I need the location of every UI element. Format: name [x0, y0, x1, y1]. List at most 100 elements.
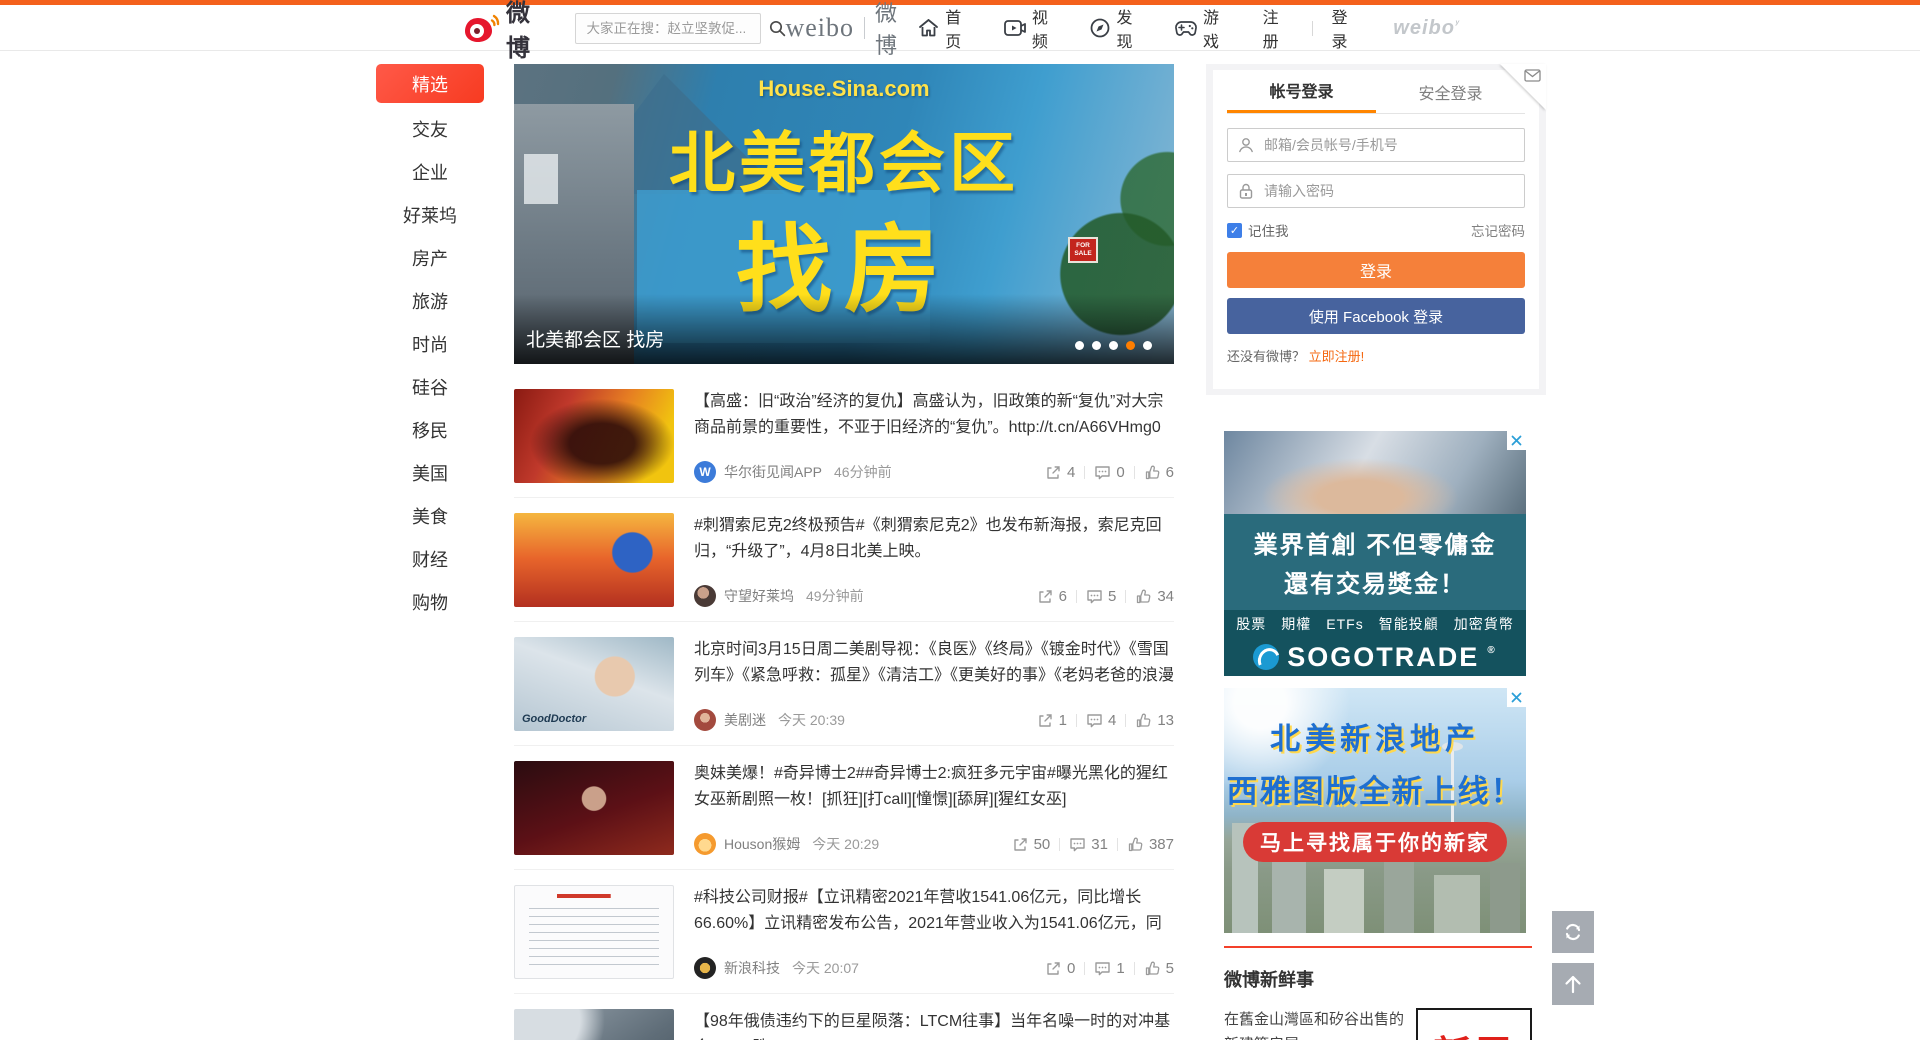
wordmark-divider	[864, 17, 865, 39]
ad-close-button[interactable]	[1507, 688, 1526, 707]
nav-games[interactable]: 游戏	[1175, 4, 1235, 52]
like-stat[interactable]: 13	[1135, 712, 1174, 729]
post-thumbnail-climber[interactable]	[514, 1009, 674, 1040]
avatar[interactable]	[694, 833, 716, 855]
sidebar-item-fashion[interactable]: 时尚	[376, 322, 484, 365]
post-author[interactable]: 守望好莱坞	[724, 586, 794, 606]
sidebar-item-shopping[interactable]: 购物	[376, 580, 484, 623]
carousel-dot[interactable]	[1109, 341, 1118, 350]
share-stat[interactable]: 50	[1012, 836, 1051, 853]
feed-post-2[interactable]: #刺猬索尼克2终极预告#《刺猬索尼克2》也发布新海报，索尼克回归，“升级了”，4…	[514, 498, 1174, 622]
weibo-wordmark: weibo 微博	[785, 0, 918, 60]
sogotrade-ad[interactable]: 業界首創 不但零傭金 還有交易獎金！ 股票 期權 ETFs 智能投顧 加密貨幣 …	[1224, 431, 1526, 676]
post-title[interactable]: 【98年俄债违约下的巨星陨落：LTCM往事】当年名噪一时的对冲基金LTCM跌	[694, 1009, 1174, 1040]
tab-account-login[interactable]: 帐号登录	[1227, 70, 1376, 113]
search-input[interactable]	[576, 21, 769, 36]
like-stat[interactable]: 387	[1127, 836, 1174, 853]
sidebar-item-usa[interactable]: 美国	[376, 451, 484, 494]
post-title[interactable]: 【高盛：旧“政治”经济的复仇】高盛认为，旧政策的新“复仇”对大宗商品前景的重要性…	[694, 389, 1174, 441]
sina-realestate-ad[interactable]: 北美新浪地产 西雅图版全新上线！ 马上寻找属于你的新家	[1224, 688, 1526, 933]
share-stat[interactable]: 0	[1045, 960, 1075, 977]
username-input[interactable]	[1227, 128, 1525, 162]
refresh-button[interactable]	[1552, 911, 1594, 953]
nav-video[interactable]: 视频	[1004, 4, 1064, 52]
sidebar-item-business[interactable]: 企业	[376, 150, 484, 193]
ad-cta-pill[interactable]: 马上寻找属于你的新家	[1243, 822, 1507, 862]
remember-me-label: 记住我	[1248, 220, 1289, 240]
carousel-dot[interactable]	[1092, 341, 1101, 350]
refresh-icon	[1562, 921, 1584, 943]
feed-post-5[interactable]: #科技公司财报#【立讯精密2021年营收1541.06亿元，同比增长66.60%…	[514, 870, 1174, 994]
login-button[interactable]: 登录	[1227, 252, 1525, 288]
post-thumbnail-sonic[interactable]	[514, 513, 674, 607]
nav-discover[interactable]: 发现	[1090, 4, 1148, 52]
remember-me-checkbox[interactable]: ✓	[1227, 223, 1242, 238]
avatar[interactable]: W	[694, 461, 716, 483]
feed-post-6[interactable]: 【98年俄债违约下的巨星陨落：LTCM往事】当年名噪一时的对冲基金LTCM跌	[514, 994, 1174, 1040]
carousel-dot[interactable]	[1143, 341, 1152, 350]
like-stat[interactable]: 34	[1135, 588, 1174, 605]
sidebar-item-food[interactable]: 美食	[376, 494, 484, 537]
back-to-top-button[interactable]	[1552, 963, 1594, 1005]
login-link[interactable]: 登录	[1331, 4, 1363, 52]
password-input[interactable]	[1227, 174, 1525, 208]
carousel-dot[interactable]	[1075, 341, 1084, 350]
post-title[interactable]: #科技公司财报#【立讯精密2021年营收1541.06亿元，同比增长66.60%…	[694, 885, 1174, 937]
like-stat[interactable]: 6	[1144, 464, 1174, 481]
for-sale-sign: FOR SALE	[1068, 237, 1098, 263]
register-now-link[interactable]: 立即注册!	[1309, 349, 1365, 364]
post-title[interactable]: #刺猬索尼克2终极预告#《刺猬索尼克2》也发布新海报，索尼克回归，“升级了”，4…	[694, 513, 1174, 565]
sidebar-item-travel[interactable]: 旅游	[376, 279, 484, 322]
registered-mark: ®	[1487, 645, 1496, 656]
carousel-dot[interactable]	[1126, 341, 1135, 350]
post-author[interactable]: 华尔街见闻APP	[724, 462, 822, 482]
comment-stat[interactable]: 4	[1086, 712, 1116, 729]
sidebar-item-siliconvalley[interactable]: 硅谷	[376, 365, 484, 408]
share-stat[interactable]: 1	[1037, 712, 1067, 729]
post-thumbnail-gooddoctor[interactable]: GoodDoctor	[514, 637, 674, 731]
comment-stat[interactable]: 0	[1094, 464, 1124, 481]
post-author[interactable]: 新浪科技	[724, 958, 780, 978]
facebook-login-button[interactable]: 使用 Facebook 登录	[1227, 298, 1525, 334]
comment-stat[interactable]: 5	[1086, 588, 1116, 605]
post-author[interactable]: Houson猴姆	[724, 834, 800, 854]
post-thumbnail-ironman[interactable]	[514, 389, 674, 483]
sidebar-item-friends[interactable]: 交友	[376, 107, 484, 150]
feed-post-1[interactable]: 【高盛：旧“政治”经济的复仇】高盛认为，旧政策的新“复仇”对大宗商品前景的重要性…	[514, 364, 1174, 498]
avatar[interactable]	[694, 957, 716, 979]
share-stat[interactable]: 4	[1045, 464, 1075, 481]
compass-icon	[1090, 18, 1110, 38]
search-icon[interactable]	[769, 20, 786, 37]
comment-stat[interactable]: 1	[1094, 960, 1124, 977]
fresh-news-item[interactable]: 在舊金山灣區和矽谷出售的新建築房屋 新屋	[1224, 1008, 1532, 1040]
like-stat[interactable]: 5	[1144, 960, 1174, 977]
nav-discover-label: 发现	[1116, 4, 1148, 52]
fresh-item-text[interactable]: 在舊金山灣區和矽谷出售的新建築房屋	[1224, 1008, 1404, 1040]
post-thumbnail-scarletwitch[interactable]	[514, 761, 674, 855]
avatar[interactable]	[694, 585, 716, 607]
sidebar-item-finance[interactable]: 财经	[376, 537, 484, 580]
sidebar-item-featured[interactable]: 精选	[376, 64, 484, 103]
nav-home[interactable]: 首页	[918, 4, 977, 52]
weibo-logo[interactable]: 微博	[464, 0, 555, 63]
post-author[interactable]: 美剧迷	[724, 710, 766, 730]
sogotrade-logo-icon	[1253, 644, 1279, 670]
fresh-item-thumbnail[interactable]: 新屋	[1416, 1008, 1532, 1040]
thumbnail-logo-text: GoodDoctor	[522, 713, 586, 725]
post-title[interactable]: 北京时间3月15日周二美剧导视：《良医》《终局》《镀金时代》《雪国列车》《紧急呼…	[694, 637, 1174, 689]
sidebar-item-hollywood[interactable]: 好莱坞	[376, 193, 484, 236]
avatar[interactable]	[694, 709, 716, 731]
ad-close-button[interactable]	[1507, 431, 1526, 450]
register-link[interactable]: 注册	[1263, 4, 1295, 52]
hero-carousel[interactable]: House.Sina.com 北美都会区 找房 FOR SALE 北美都会区 找…	[514, 64, 1174, 364]
sidebar-item-realestate[interactable]: 房产	[376, 236, 484, 279]
feed-post-3[interactable]: GoodDoctor 北京时间3月15日周二美剧导视：《良医》《终局》《镀金时代…	[514, 622, 1174, 746]
share-stat[interactable]: 6	[1037, 588, 1067, 605]
feed-post-4[interactable]: 奥妹美爆！#奇异博士2##奇异博士2:疯狂多元宇宙#曝光黑化的猩红女巫新剧照一枚…	[514, 746, 1174, 870]
mail-corner-icon[interactable]	[1524, 69, 1541, 82]
sidebar-item-immigration[interactable]: 移民	[376, 408, 484, 451]
post-thumbnail-document[interactable]	[514, 885, 674, 979]
comment-stat[interactable]: 31	[1069, 836, 1108, 853]
forgot-password-link[interactable]: 忘记密码	[1471, 220, 1525, 240]
post-title[interactable]: 奥妹美爆！#奇异博士2##奇异博士2:疯狂多元宇宙#曝光黑化的猩红女巫新剧照一枚…	[694, 761, 1174, 813]
